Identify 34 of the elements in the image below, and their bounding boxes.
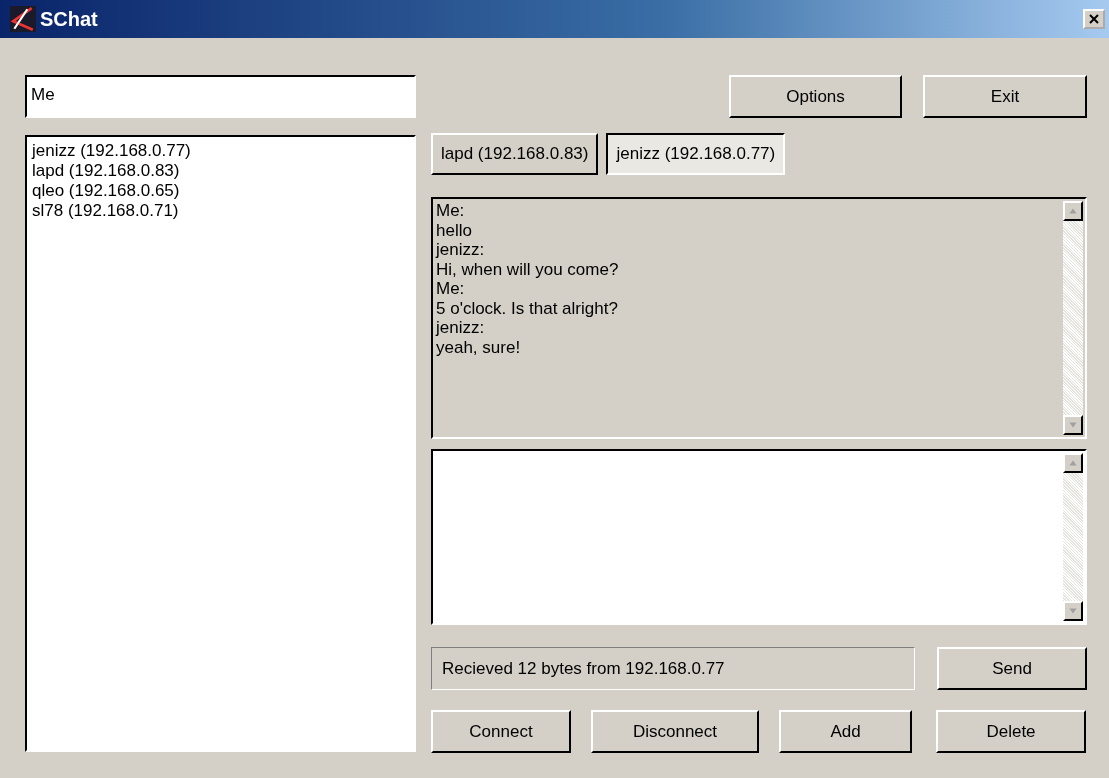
connect-button[interactable]: Connect bbox=[431, 710, 571, 753]
delete-button[interactable]: Delete bbox=[936, 710, 1086, 753]
exit-button[interactable]: Exit bbox=[923, 75, 1087, 118]
chat-line: hello bbox=[436, 220, 473, 240]
contact-item[interactable]: sl78 (192.168.0.71) bbox=[32, 201, 409, 221]
name-field[interactable]: Me bbox=[25, 75, 416, 118]
chat-line: jenizz: bbox=[436, 318, 486, 338]
scrollbar[interactable] bbox=[1063, 199, 1085, 437]
scroll-down-button[interactable] bbox=[1063, 415, 1083, 435]
scrollbar[interactable] bbox=[1063, 451, 1085, 623]
contact-item[interactable]: jenizz (192.168.0.77) bbox=[32, 141, 409, 161]
chat-line: 5 o'clock. Is that alright? bbox=[436, 298, 619, 318]
send-button[interactable]: Send bbox=[937, 647, 1087, 690]
app-logo-icon bbox=[10, 6, 36, 32]
scroll-up-button[interactable] bbox=[1063, 453, 1083, 473]
chat-line: Me: bbox=[436, 279, 466, 299]
options-button[interactable]: Options bbox=[729, 75, 902, 118]
chat-line: jenizz: bbox=[436, 240, 486, 260]
add-button[interactable]: Add bbox=[779, 710, 912, 753]
chat-line: Me: bbox=[436, 201, 466, 221]
scroll-up-button[interactable] bbox=[1063, 201, 1083, 221]
contact-item[interactable]: qleo (192.168.0.65) bbox=[32, 181, 409, 201]
close-icon bbox=[1089, 14, 1099, 24]
contact-item[interactable]: lapd (192.168.0.83) bbox=[32, 161, 409, 181]
chat-tab[interactable]: lapd (192.168.0.83) bbox=[431, 133, 599, 175]
message-field[interactable] bbox=[431, 449, 1087, 625]
chat-line: Hi, when will you come? bbox=[436, 259, 620, 279]
chat-tab[interactable]: jenizz (192.168.0.77) bbox=[606, 133, 786, 175]
status-field: Recieved 12 bytes from 192.168.0.77 bbox=[431, 647, 915, 690]
scroll-down-button[interactable] bbox=[1063, 601, 1083, 621]
chat-line: yeah, sure! bbox=[436, 337, 522, 357]
close-button[interactable] bbox=[1083, 9, 1105, 29]
window-title: SChat bbox=[40, 7, 99, 31]
disconnect-button[interactable]: Disconnect bbox=[591, 710, 759, 753]
